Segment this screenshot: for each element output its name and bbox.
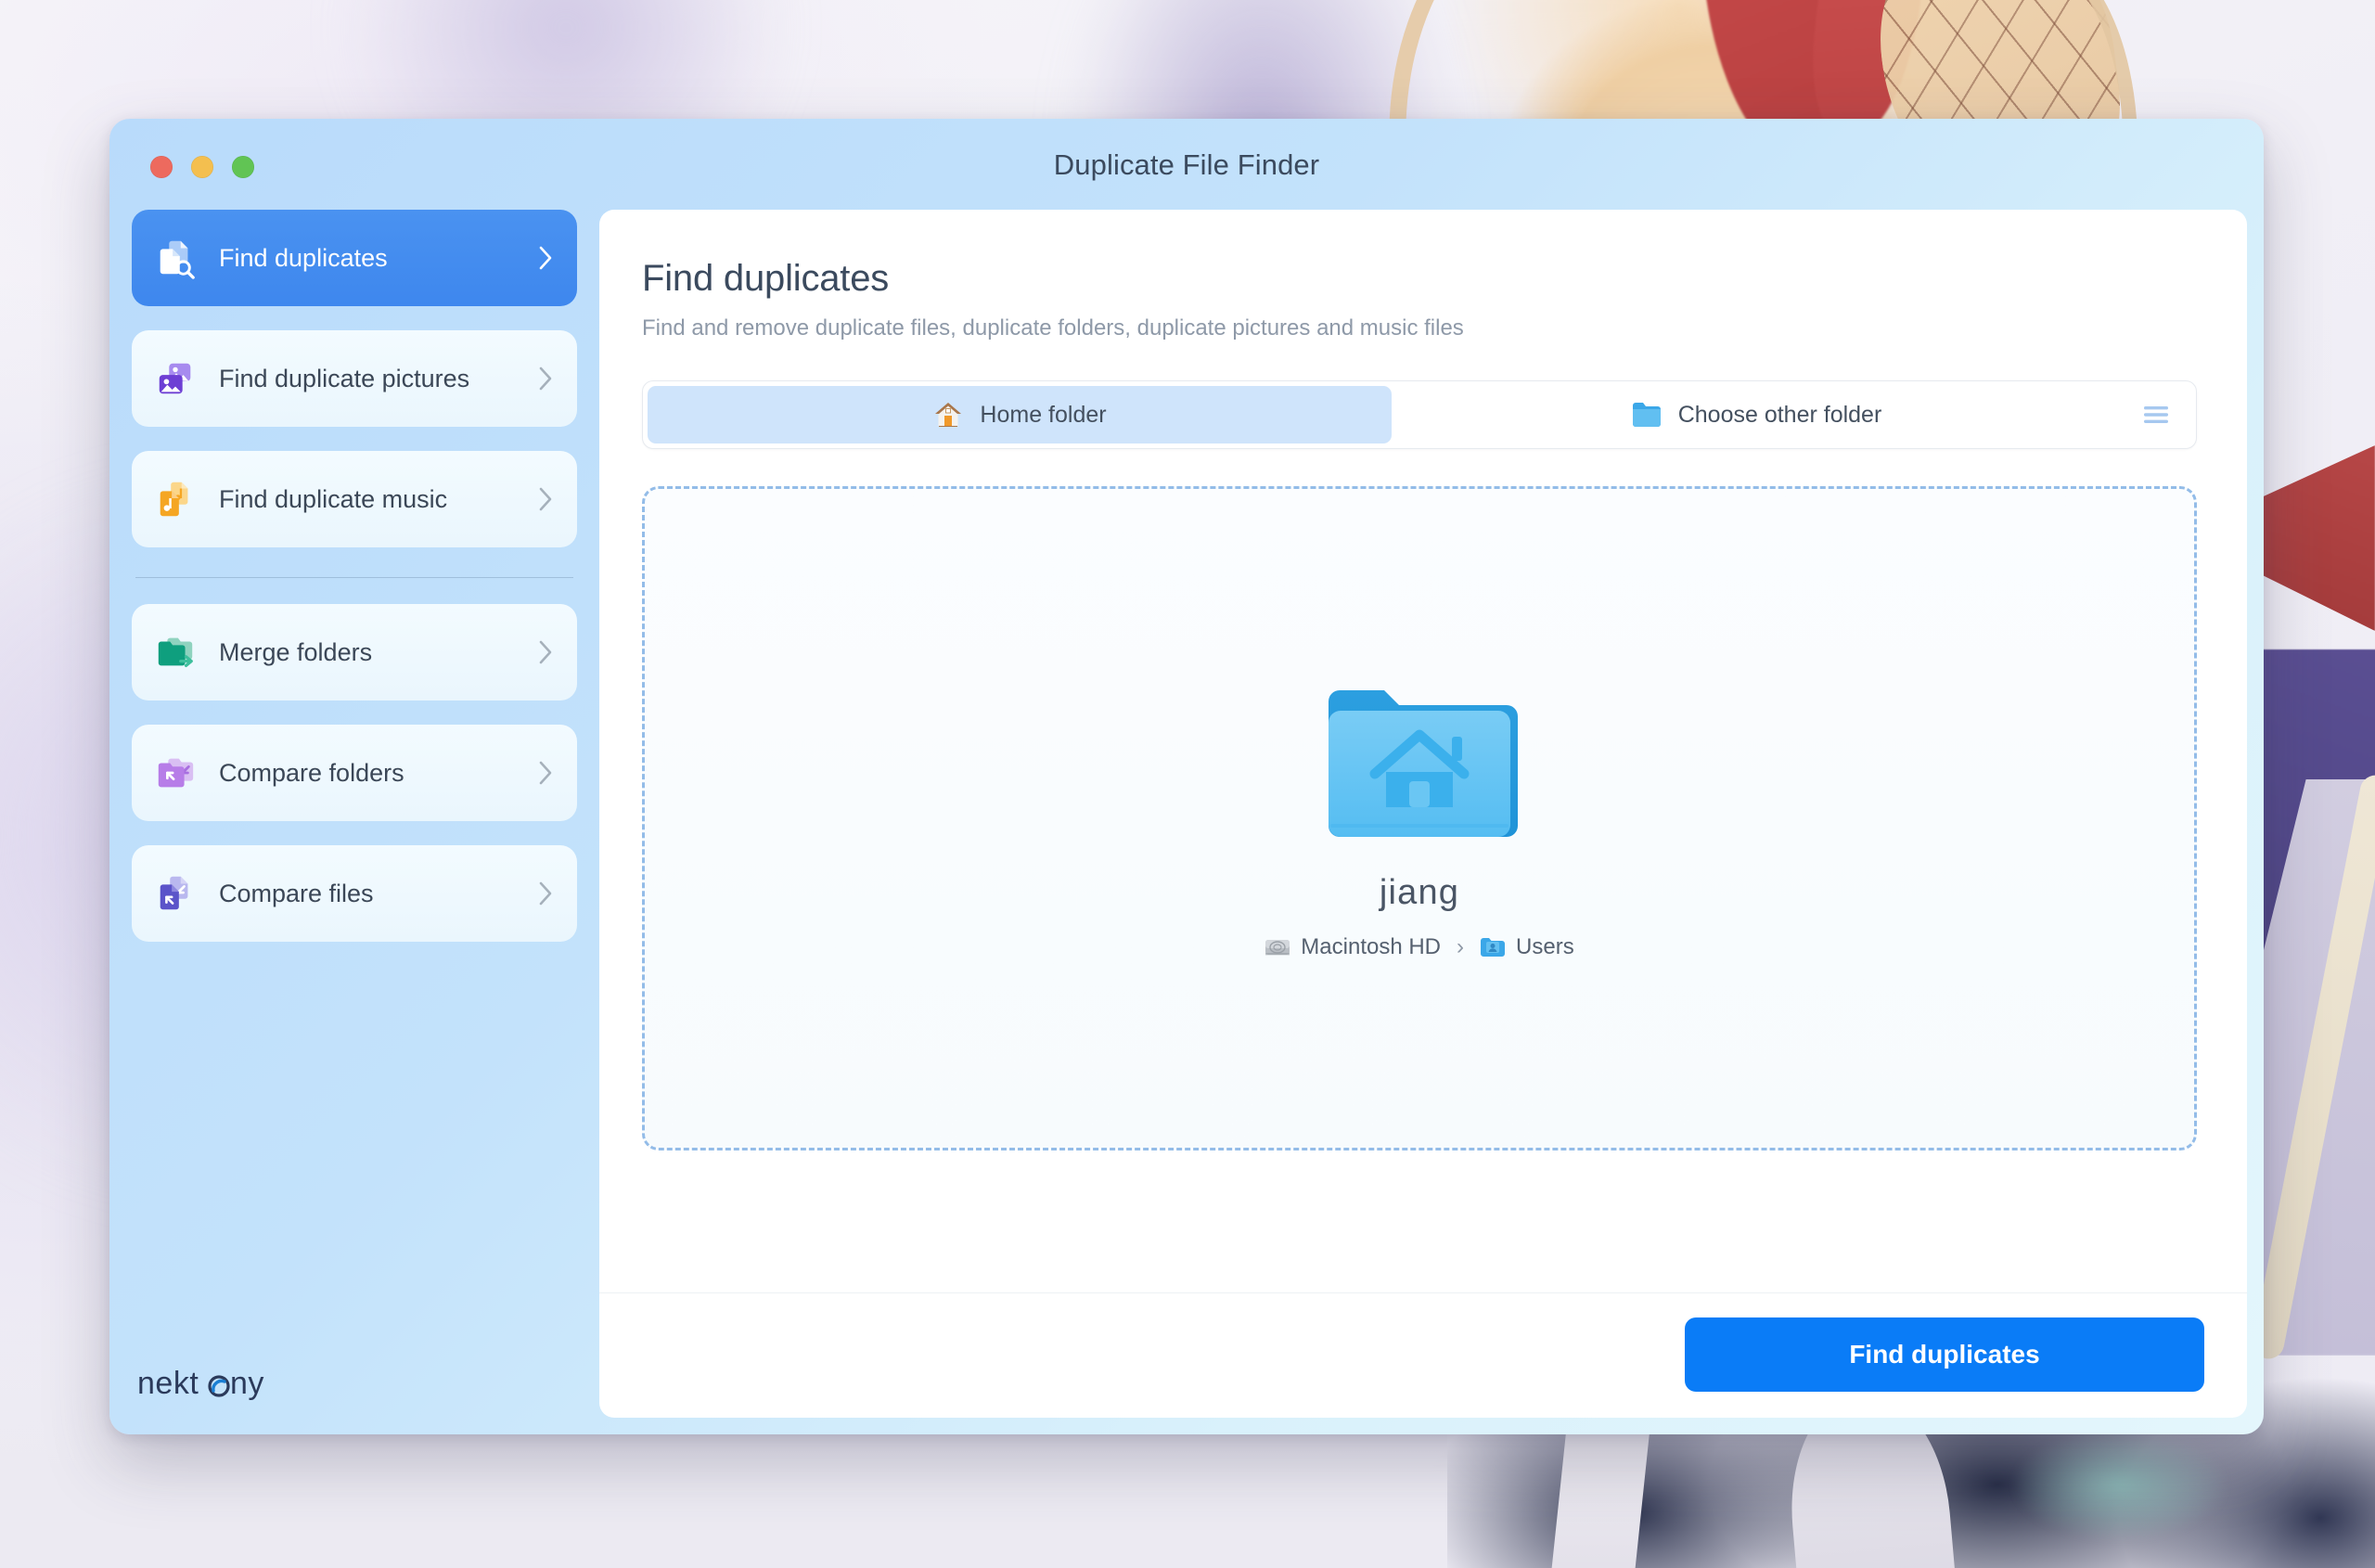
chevron-right-icon — [539, 366, 552, 391]
breadcrumb-macintosh-hd: Macintosh HD — [1265, 934, 1441, 960]
folder-dropzone[interactable]: jiang Macintosh HD › Users — [642, 486, 2197, 1150]
main-footer: Find duplicates — [599, 1292, 2247, 1418]
sidebar-item-label: Compare folders — [219, 758, 404, 787]
duplicate-pictures-icon — [159, 363, 191, 394]
chevron-right-icon — [539, 246, 552, 270]
wallpaper-bottom-teal — [2013, 1429, 2227, 1540]
window-body: Find duplicates Find duplicate pictures … — [109, 210, 2264, 1434]
folder-path-breadcrumb: Macintosh HD › Users — [1265, 933, 1574, 960]
sidebar-item-merge-folders[interactable]: Merge folders — [132, 604, 577, 700]
source-selector: Home folder Choose other folder — [642, 380, 2197, 449]
sidebar-item-compare-files[interactable]: Compare files — [132, 845, 577, 942]
sidebar-divider — [135, 577, 573, 578]
sidebar-item-label: Merge folders — [219, 637, 373, 666]
window-titlebar: Duplicate File Finder — [109, 119, 2264, 210]
sidebar-item-compare-folders[interactable]: Compare folders — [132, 725, 577, 821]
sidebar-item-find-duplicates[interactable]: Find duplicates — [132, 210, 577, 306]
hamburger-menu-icon — [2144, 406, 2168, 423]
breadcrumb-label: Users — [1516, 933, 1574, 959]
sidebar-item-label: Find duplicate music — [219, 484, 448, 513]
chevron-right-icon — [539, 640, 552, 664]
window-title: Duplicate File Finder — [1053, 148, 1320, 181]
home-folder-large-icon — [1321, 677, 1518, 856]
duplicate-file-search-icon — [160, 240, 195, 279]
nektony-logo: nekt ny — [137, 1364, 297, 1405]
chevron-right-icon — [539, 487, 552, 511]
duplicate-file-finder-window: Duplicate File Finder Find duplicates Fi… — [109, 119, 2264, 1434]
sidebar: Find duplicates Find duplicate pictures … — [109, 210, 599, 1434]
users-folder-icon — [1481, 937, 1506, 957]
house-icon — [935, 403, 962, 427]
sidebar-item-label: Compare files — [219, 879, 374, 907]
choose-other-folder-label: Choose other folder — [1677, 401, 1882, 428]
merge-folders-icon — [158, 637, 193, 668]
home-folder-segment[interactable]: Home folder — [648, 386, 1392, 443]
nektony-wordmark-icon: nekt ny — [137, 1366, 264, 1401]
page-subtitle: Find and remove duplicate files, duplica… — [642, 315, 1464, 341]
compare-folders-icon — [158, 758, 194, 788]
sidebar-item-find-duplicate-pictures[interactable]: Find duplicate pictures — [132, 330, 577, 427]
selected-folder-name: jiang — [1379, 872, 1460, 912]
choose-other-folder-segment[interactable]: Choose other folder — [1392, 386, 2121, 443]
sidebar-item-label: Find duplicate pictures — [219, 364, 470, 392]
desktop-background: Duplicate File Finder Find duplicates Fi… — [0, 0, 2375, 1568]
sidebar-item-label: Find duplicates — [219, 243, 388, 272]
svg-text:nekt: nekt — [137, 1366, 199, 1401]
breadcrumb-separator: › — [1457, 933, 1465, 959]
chevron-right-icon — [539, 881, 552, 906]
blue-folder-icon — [1632, 403, 1661, 427]
main-content: Find duplicates Find and remove duplicat… — [599, 210, 2247, 1292]
compare-files-icon — [160, 876, 188, 910]
home-folder-label: Home folder — [980, 401, 1107, 428]
find-duplicates-button[interactable]: Find duplicates — [1685, 1317, 2204, 1392]
chevron-right-icon — [539, 761, 552, 785]
main-panel: Find duplicates Find and remove duplicat… — [599, 210, 2247, 1418]
source-menu-button[interactable] — [2121, 386, 2191, 443]
svg-text:ny: ny — [230, 1366, 264, 1401]
page-title: Find duplicates — [642, 258, 890, 299]
breadcrumb-users: Users — [1480, 934, 1574, 960]
breadcrumb-label: Macintosh HD — [1301, 933, 1442, 959]
sidebar-item-find-duplicate-music[interactable]: Find duplicate music — [132, 451, 577, 547]
duplicate-music-icon — [160, 482, 188, 517]
hard-drive-icon — [1265, 939, 1290, 955]
